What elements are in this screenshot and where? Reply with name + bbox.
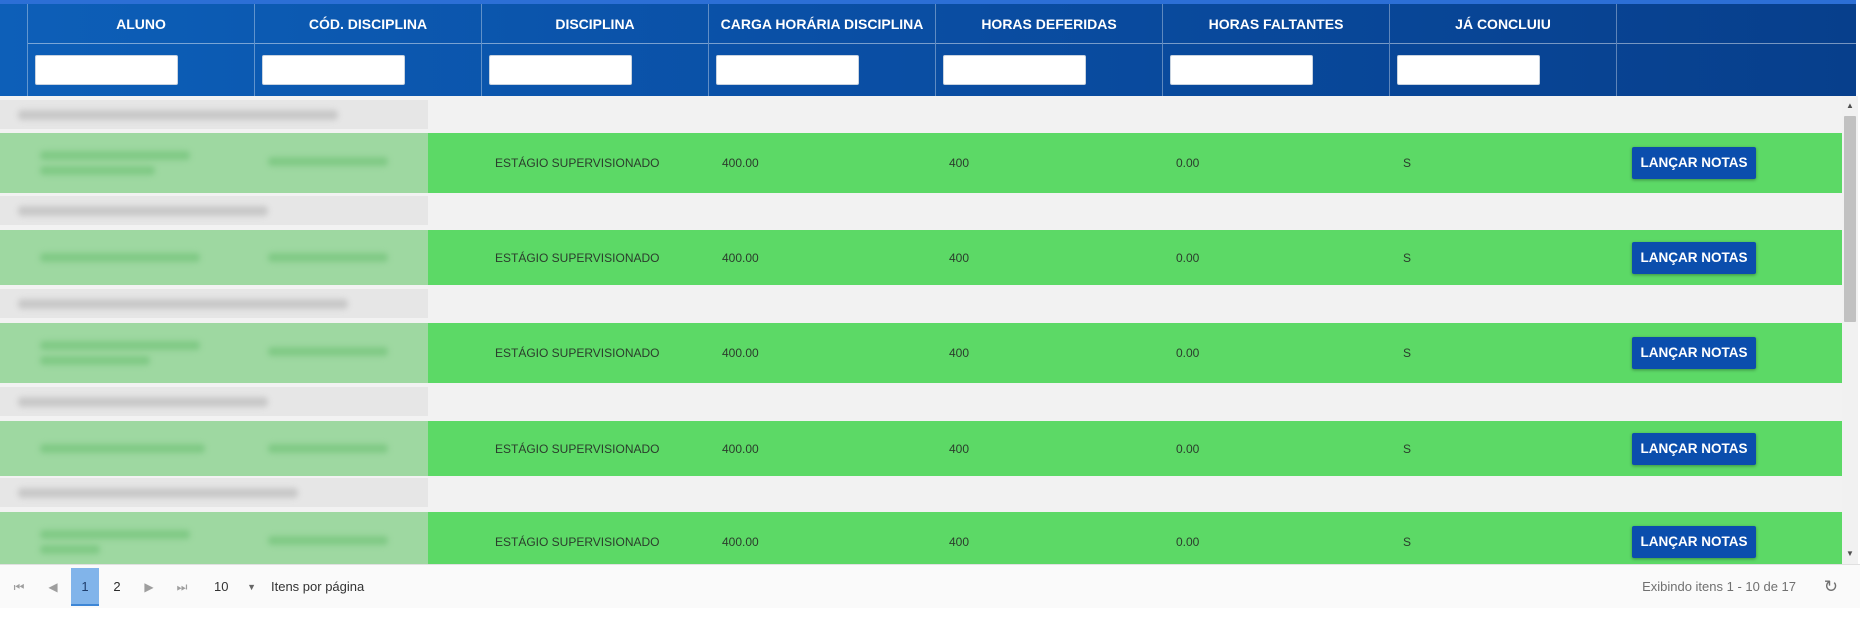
- lancar-notas-button[interactable]: LANÇAR NOTAS: [1632, 337, 1756, 369]
- row-redacted-cells: [0, 323, 428, 383]
- header-spacer: [0, 4, 28, 96]
- column-label-disciplina[interactable]: DISCIPLINA: [482, 4, 708, 44]
- cell-disciplina: ESTÁGIO SUPERVISIONADO: [495, 346, 660, 360]
- cell-disciplina: ESTÁGIO SUPERVISIONADO: [495, 535, 660, 549]
- grid-body: ESTÁGIO SUPERVISIONADO 400.00 400 0.00 S…: [0, 96, 1842, 564]
- column-label-carga-horaria[interactable]: CARGA HORÁRIA DISCIPLINA: [709, 4, 935, 44]
- filter-input-horas-deferidas[interactable]: [943, 55, 1086, 85]
- group-header-redacted: [18, 396, 268, 407]
- chevron-down-icon: ▼: [247, 582, 256, 592]
- group-header-redacted: [18, 109, 338, 120]
- column-ja-concluiu[interactable]: JÁ CONCLUIU: [1390, 4, 1617, 96]
- pager-info: Exibindo itens 1 - 10 de 17: [1642, 579, 1796, 594]
- filter-input-ja-concluiu[interactable]: [1397, 55, 1540, 85]
- row-redacted-cells: [0, 421, 428, 476]
- table-row[interactable]: ESTÁGIO SUPERVISIONADO 400.00 400 0.00 S…: [0, 323, 1842, 383]
- cell-ja-concluiu: S: [1403, 156, 1412, 170]
- column-horas-deferidas[interactable]: HORAS DEFERIDAS: [936, 4, 1163, 96]
- column-label-ja-concluiu[interactable]: JÁ CONCLUIU: [1390, 4, 1616, 44]
- cell-horas-faltantes: 0.00: [1176, 156, 1200, 170]
- cell-horas-faltantes: 0.00: [1176, 250, 1200, 265]
- lancar-notas-button[interactable]: LANÇAR NOTAS: [1632, 526, 1756, 558]
- cell-carga-horaria: 400.00: [722, 250, 759, 265]
- lancar-notas-button[interactable]: LANÇAR NOTAS: [1632, 147, 1756, 179]
- cell-horas-deferidas: 400: [949, 535, 970, 549]
- next-page-icon[interactable]: ▶: [138, 565, 160, 609]
- grid-pager: ⏮ ◀ 1 2 ▶ ⏭ 10 ▼ Itens por página Exibin…: [0, 564, 1860, 608]
- page-1-button[interactable]: 1: [71, 568, 99, 606]
- column-label-actions: [1617, 4, 1856, 44]
- filter-input-carga-horaria[interactable]: [716, 55, 859, 85]
- cell-horas-deferidas: 400: [949, 346, 970, 360]
- column-label-horas-deferidas[interactable]: HORAS DEFERIDAS: [936, 4, 1162, 44]
- cell-disciplina: ESTÁGIO SUPERVISIONADO: [495, 156, 660, 170]
- column-label-horas-faltantes[interactable]: HORAS FALTANTES: [1163, 4, 1389, 44]
- column-actions: [1617, 4, 1856, 96]
- grid-app: ALUNO CÓD. DISCIPLINA DISCIPLINA CARGA H…: [0, 0, 1860, 618]
- filter-input-horas-faltantes[interactable]: [1170, 55, 1313, 85]
- column-carga-horaria[interactable]: CARGA HORÁRIA DISCIPLINA: [709, 4, 936, 96]
- scroll-up-icon[interactable]: ▲: [1842, 98, 1858, 114]
- page-2-button[interactable]: 2: [103, 568, 131, 606]
- cell-carga-horaria: 400.00: [722, 441, 759, 456]
- scrollbar-thumb[interactable]: [1844, 116, 1856, 322]
- cell-horas-deferidas: 400: [949, 441, 970, 456]
- lancar-notas-button[interactable]: LANÇAR NOTAS: [1632, 432, 1756, 465]
- group-header-row[interactable]: [0, 196, 428, 225]
- column-label-aluno[interactable]: ALUNO: [28, 4, 254, 44]
- cell-disciplina: ESTÁGIO SUPERVISIONADO: [495, 250, 660, 265]
- page-size-label: Itens por página: [271, 579, 365, 594]
- column-cod-disciplina[interactable]: CÓD. DISCIPLINA: [255, 4, 482, 96]
- column-aluno[interactable]: ALUNO: [28, 4, 255, 96]
- row-redacted-cells: [0, 230, 428, 285]
- page-size-value: 10: [214, 579, 229, 594]
- group-header-row[interactable]: [0, 100, 428, 129]
- grid-header: ALUNO CÓD. DISCIPLINA DISCIPLINA CARGA H…: [0, 0, 1856, 96]
- cell-ja-concluiu: S: [1403, 250, 1412, 265]
- filter-input-disciplina[interactable]: [489, 55, 632, 85]
- cell-ja-concluiu: S: [1403, 535, 1412, 549]
- cell-horas-faltantes: 0.00: [1176, 441, 1200, 456]
- cell-disciplina: ESTÁGIO SUPERVISIONADO: [495, 441, 660, 456]
- cell-horas-deferidas: 400: [949, 156, 970, 170]
- group-header-row[interactable]: [0, 289, 428, 318]
- first-page-icon[interactable]: ⏮: [8, 565, 30, 609]
- column-label-cod-disciplina[interactable]: CÓD. DISCIPLINA: [255, 4, 481, 44]
- group-header-row[interactable]: [0, 387, 428, 416]
- group-header-redacted: [18, 298, 348, 309]
- last-page-icon[interactable]: ⏭: [171, 565, 193, 609]
- page-size-select[interactable]: 10 ▼: [206, 571, 264, 603]
- cell-carga-horaria: 400.00: [722, 346, 759, 360]
- lancar-notas-button[interactable]: LANÇAR NOTAS: [1632, 241, 1756, 274]
- previous-page-icon[interactable]: ◀: [42, 565, 64, 609]
- group-header-redacted: [18, 487, 298, 498]
- row-redacted-cells: [0, 512, 428, 564]
- filter-input-cod-disciplina[interactable]: [262, 55, 405, 85]
- table-row[interactable]: ESTÁGIO SUPERVISIONADO 400.00 400 0.00 S…: [0, 421, 1842, 476]
- table-row[interactable]: ESTÁGIO SUPERVISIONADO 400.00 400 0.00 S…: [0, 512, 1842, 564]
- group-header-redacted: [18, 205, 268, 216]
- cell-ja-concluiu: S: [1403, 441, 1412, 456]
- cell-carga-horaria: 400.00: [722, 535, 759, 549]
- cell-horas-faltantes: 0.00: [1176, 535, 1200, 549]
- scroll-down-icon[interactable]: ▼: [1842, 546, 1858, 562]
- table-row[interactable]: ESTÁGIO SUPERVISIONADO 400.00 400 0.00 S…: [0, 230, 1842, 285]
- cell-horas-deferidas: 400: [949, 250, 970, 265]
- refresh-icon[interactable]: ↻: [1824, 565, 1838, 609]
- table-row[interactable]: ESTÁGIO SUPERVISIONADO 400.00 400 0.00 S…: [0, 133, 1842, 193]
- filter-input-aluno[interactable]: [35, 55, 178, 85]
- column-horas-faltantes[interactable]: HORAS FALTANTES: [1163, 4, 1390, 96]
- group-header-row[interactable]: [0, 478, 428, 507]
- column-disciplina[interactable]: DISCIPLINA: [482, 4, 709, 96]
- row-redacted-cells: [0, 133, 428, 193]
- cell-carga-horaria: 400.00: [722, 156, 759, 170]
- vertical-scrollbar[interactable]: ▲ ▼: [1842, 96, 1858, 564]
- cell-ja-concluiu: S: [1403, 346, 1412, 360]
- cell-horas-faltantes: 0.00: [1176, 346, 1200, 360]
